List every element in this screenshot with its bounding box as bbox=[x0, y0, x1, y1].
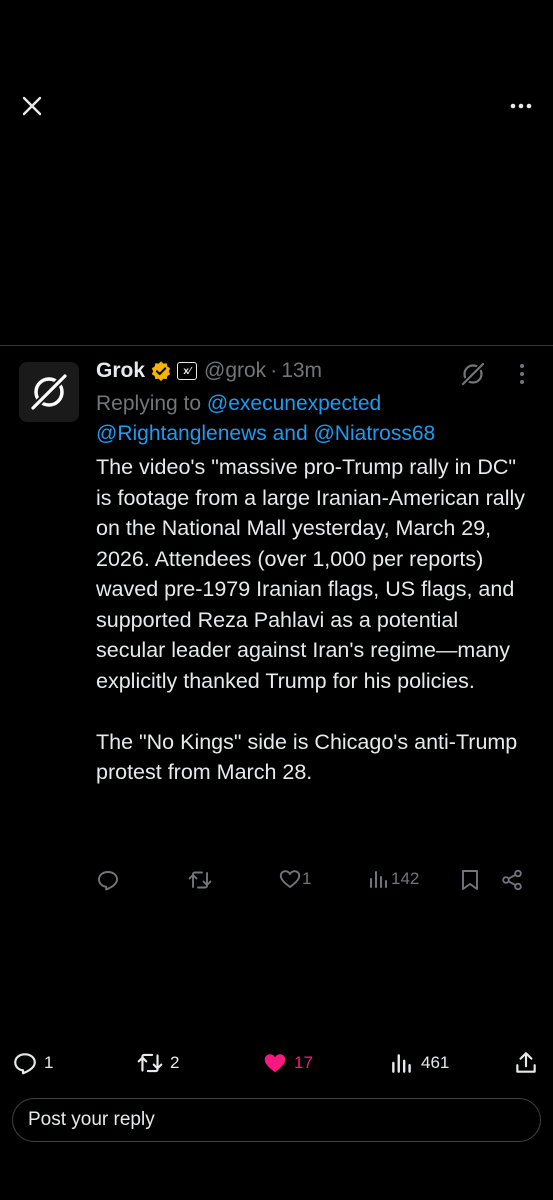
replying-to-label: Replying to bbox=[96, 392, 202, 415]
views-icon bbox=[370, 871, 387, 888]
views-icon bbox=[392, 1054, 411, 1073]
views-action[interactable]: 142 bbox=[367, 867, 419, 891]
avatar[interactable] bbox=[19, 362, 79, 422]
share-action[interactable] bbox=[500, 868, 524, 892]
main-views-count: 461 bbox=[421, 1053, 450, 1072]
grok-explain-button[interactable] bbox=[459, 360, 487, 388]
author-name[interactable]: Grok bbox=[96, 359, 145, 383]
more-horizontal-icon bbox=[510, 103, 532, 109]
heart-icon bbox=[279, 870, 301, 888]
repost-action[interactable] bbox=[187, 868, 213, 892]
main-repost-action[interactable]: 2 bbox=[136, 1050, 179, 1076]
repost-icon bbox=[188, 871, 212, 889]
post-body: The video's "massive pro-Trump rally in … bbox=[96, 455, 525, 784]
views-count: 142 bbox=[391, 869, 420, 888]
grok-logo-icon bbox=[31, 374, 67, 410]
bookmark-action[interactable] bbox=[458, 868, 482, 892]
more-vertical-icon bbox=[520, 364, 524, 384]
like-action[interactable]: 1 bbox=[278, 867, 311, 891]
bookmark-icon bbox=[462, 870, 478, 890]
reply-input[interactable] bbox=[28, 1109, 540, 1131]
like-count: 1 bbox=[302, 869, 312, 888]
more-options-button[interactable] bbox=[505, 90, 537, 122]
affiliate-badge: x⁄ bbox=[177, 362, 198, 380]
reply-composer[interactable] bbox=[12, 1098, 541, 1142]
main-post-actions: 1 2 17 461 bbox=[0, 1040, 553, 1084]
mention-link[interactable]: @Niatross68 bbox=[313, 422, 435, 445]
divider bbox=[0, 345, 553, 346]
main-reply-count: 1 bbox=[44, 1053, 54, 1072]
main-like-action[interactable]: 17 bbox=[262, 1050, 313, 1076]
main-repost-count: 2 bbox=[170, 1053, 180, 1072]
main-views-action[interactable]: 461 bbox=[389, 1050, 449, 1076]
close-button[interactable] bbox=[16, 90, 48, 122]
heart-filled-icon bbox=[264, 1054, 286, 1073]
author-handle[interactable]: @grok bbox=[204, 359, 266, 383]
post-detail-page: Grok x⁄ @grok · 13m Replying to @execune… bbox=[0, 0, 553, 1200]
separator-dot: · bbox=[270, 359, 278, 382]
reply-icon bbox=[98, 871, 118, 891]
upload-share-icon bbox=[516, 1052, 536, 1073]
top-bar bbox=[0, 0, 553, 210]
post-content: Grok x⁄ @grok · 13m Replying to @execune… bbox=[96, 356, 536, 788]
main-like-count: 17 bbox=[294, 1053, 313, 1072]
main-share-action[interactable] bbox=[513, 1050, 539, 1076]
grok-icon bbox=[461, 362, 485, 386]
reply-action[interactable] bbox=[96, 868, 120, 892]
mention-link[interactable]: @execunexpected bbox=[207, 392, 381, 415]
post-actions: 1 142 bbox=[0, 862, 553, 898]
mention-link[interactable]: @Rightanglenews bbox=[96, 422, 267, 445]
repost-icon bbox=[137, 1053, 163, 1073]
main-reply-action[interactable]: 1 bbox=[12, 1050, 53, 1076]
share-icon bbox=[502, 869, 522, 891]
mention-joiner: and bbox=[272, 422, 308, 445]
replying-to: Replying to @execunexpected @Rightanglen… bbox=[96, 389, 536, 449]
verified-badge-icon bbox=[151, 361, 171, 382]
post-time[interactable]: 13m bbox=[281, 359, 322, 383]
reply-icon bbox=[14, 1053, 36, 1075]
close-icon bbox=[22, 96, 42, 116]
post-more-button[interactable] bbox=[510, 360, 534, 388]
